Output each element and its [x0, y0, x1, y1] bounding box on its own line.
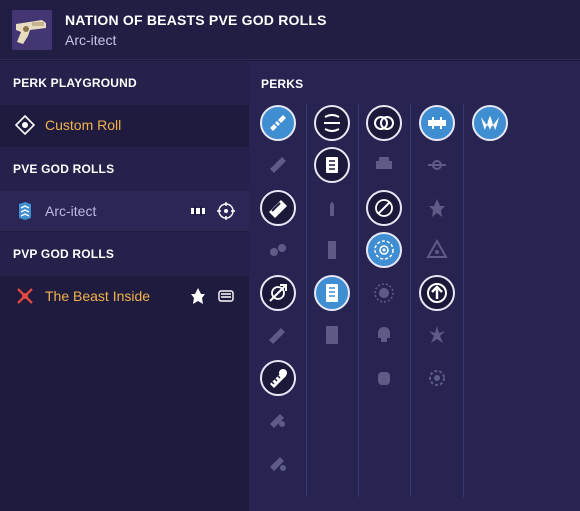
- perk-trait-option[interactable]: [419, 190, 455, 226]
- perk-barrel-option[interactable]: [260, 402, 296, 438]
- perk-trait-option[interactable]: [419, 147, 455, 183]
- up-arrow-circle-icon: [427, 283, 447, 303]
- full-bore-icon: [270, 369, 287, 388]
- perks-panel: PERKS: [249, 61, 580, 511]
- triangle-star-icon: [426, 238, 448, 258]
- barrel-icon: [270, 157, 286, 173]
- pvp-roll-label: The Beast Inside: [45, 288, 151, 304]
- pvp-god-rolls-heading: PVP GOD ROLLS: [0, 232, 249, 276]
- header: NATION OF BEASTS PVE GOD ROLLS Arc-itect: [0, 0, 580, 60]
- custom-roll-label: Custom Roll: [45, 117, 122, 133]
- magazine-perk-icon: [216, 286, 236, 306]
- arrowhead-brake-icon: [270, 244, 286, 256]
- perk-trait-option[interactable]: [419, 232, 455, 268]
- perk-trait-option[interactable]: [419, 105, 455, 141]
- fluted-barrel-icon: [269, 328, 285, 344]
- custom-roll-item[interactable]: Custom Roll: [0, 105, 249, 145]
- printer-icon: [376, 157, 392, 169]
- perk-magazine-option[interactable]: [314, 190, 350, 226]
- perk-barrel-option[interactable]: [260, 232, 296, 268]
- crosshair-perk-icon: [216, 201, 236, 221]
- roll-subtitle: Arc-itect: [65, 32, 117, 48]
- perk-barrel-option[interactable]: [260, 105, 296, 141]
- column-divider: [306, 104, 307, 497]
- perk-barrel-option[interactable]: [260, 190, 296, 226]
- pvp-roll-beast-inside[interactable]: The Beast Inside: [0, 276, 249, 316]
- target-slash-icon: [375, 199, 393, 217]
- appended-mag-icon: [326, 284, 338, 302]
- rank-chevrons-icon: [15, 201, 35, 221]
- perk-magazine-option[interactable]: [314, 232, 350, 268]
- nation-of-beasts-icon: [481, 116, 499, 130]
- skull-icon: [378, 327, 390, 342]
- perk-trait-option[interactable]: [366, 317, 402, 353]
- perk-playground-heading: PERK PLAYGROUND: [0, 61, 249, 105]
- column-divider: [358, 104, 359, 497]
- arc-target-icon: [374, 240, 394, 260]
- perk-magazine-option[interactable]: [314, 275, 350, 311]
- rifled-barrel-icon: [270, 115, 286, 131]
- perk-trait-option[interactable]: [366, 360, 402, 396]
- arc-lines-icon: [324, 114, 340, 132]
- perk-barrel-option[interactable]: [260, 147, 296, 183]
- crossed-swords-icon: [15, 286, 35, 306]
- corkscrew-rifling-icon: [269, 284, 287, 302]
- gear-icon: [429, 370, 445, 386]
- perk-barrel-option[interactable]: [260, 317, 296, 353]
- smallbore-icon: [269, 200, 287, 218]
- linked-rings-icon: [374, 116, 394, 130]
- rounds-magazine-icon: [326, 157, 338, 173]
- perk-trait-option[interactable]: [419, 275, 455, 311]
- perk-origin-option[interactable]: [472, 105, 508, 141]
- page-title: NATION OF BEASTS PVE GOD ROLLS: [65, 12, 327, 28]
- perk-barrel-option[interactable]: [260, 275, 296, 311]
- spike-icon: [429, 199, 445, 217]
- perk-barrel-option[interactable]: [260, 360, 296, 396]
- weapon-icon: [12, 10, 52, 50]
- fist-icon: [378, 372, 390, 385]
- sidebar: PERK PLAYGROUND Custom Roll PVE GOD ROLL…: [0, 61, 249, 511]
- perk-trait-option[interactable]: [419, 317, 455, 353]
- perk-trait-option[interactable]: [419, 360, 455, 396]
- perk-magazine-option[interactable]: [314, 105, 350, 141]
- tactical-mag-icon: [326, 326, 338, 344]
- perk-trait-option[interactable]: [366, 105, 402, 141]
- column-divider: [410, 104, 411, 497]
- energy-cell-icon: [428, 117, 446, 129]
- perk-magazine-option[interactable]: [314, 317, 350, 353]
- perk-barrel-option[interactable]: [260, 445, 296, 481]
- perk-trait-option[interactable]: [366, 147, 402, 183]
- perk-magazine-option[interactable]: [314, 147, 350, 183]
- pve-god-rolls-heading: PVE GOD ROLLS: [0, 147, 249, 191]
- spike-perk-icon: [188, 286, 208, 306]
- knot-icon: [428, 160, 446, 170]
- perk-trait-option[interactable]: [366, 232, 402, 268]
- column-divider: [463, 104, 464, 497]
- hammer-forged-icon: [270, 414, 285, 428]
- perks-heading: PERKS: [261, 77, 304, 91]
- chambered-compensator-icon: [270, 457, 286, 471]
- mag-block-icon: [328, 241, 336, 259]
- claw-icon: [429, 326, 445, 343]
- pve-roll-arc-itect[interactable]: Arc-itect: [0, 191, 249, 231]
- target-diamond-icon: [14, 114, 36, 136]
- pve-roll-label: Arc-itect: [45, 203, 97, 219]
- bullet-icon: [330, 202, 334, 216]
- perk-trait-option[interactable]: [366, 190, 402, 226]
- sun-burst-icon: [374, 283, 394, 303]
- battery-perk-icon: [188, 201, 208, 221]
- perk-trait-option[interactable]: [366, 275, 402, 311]
